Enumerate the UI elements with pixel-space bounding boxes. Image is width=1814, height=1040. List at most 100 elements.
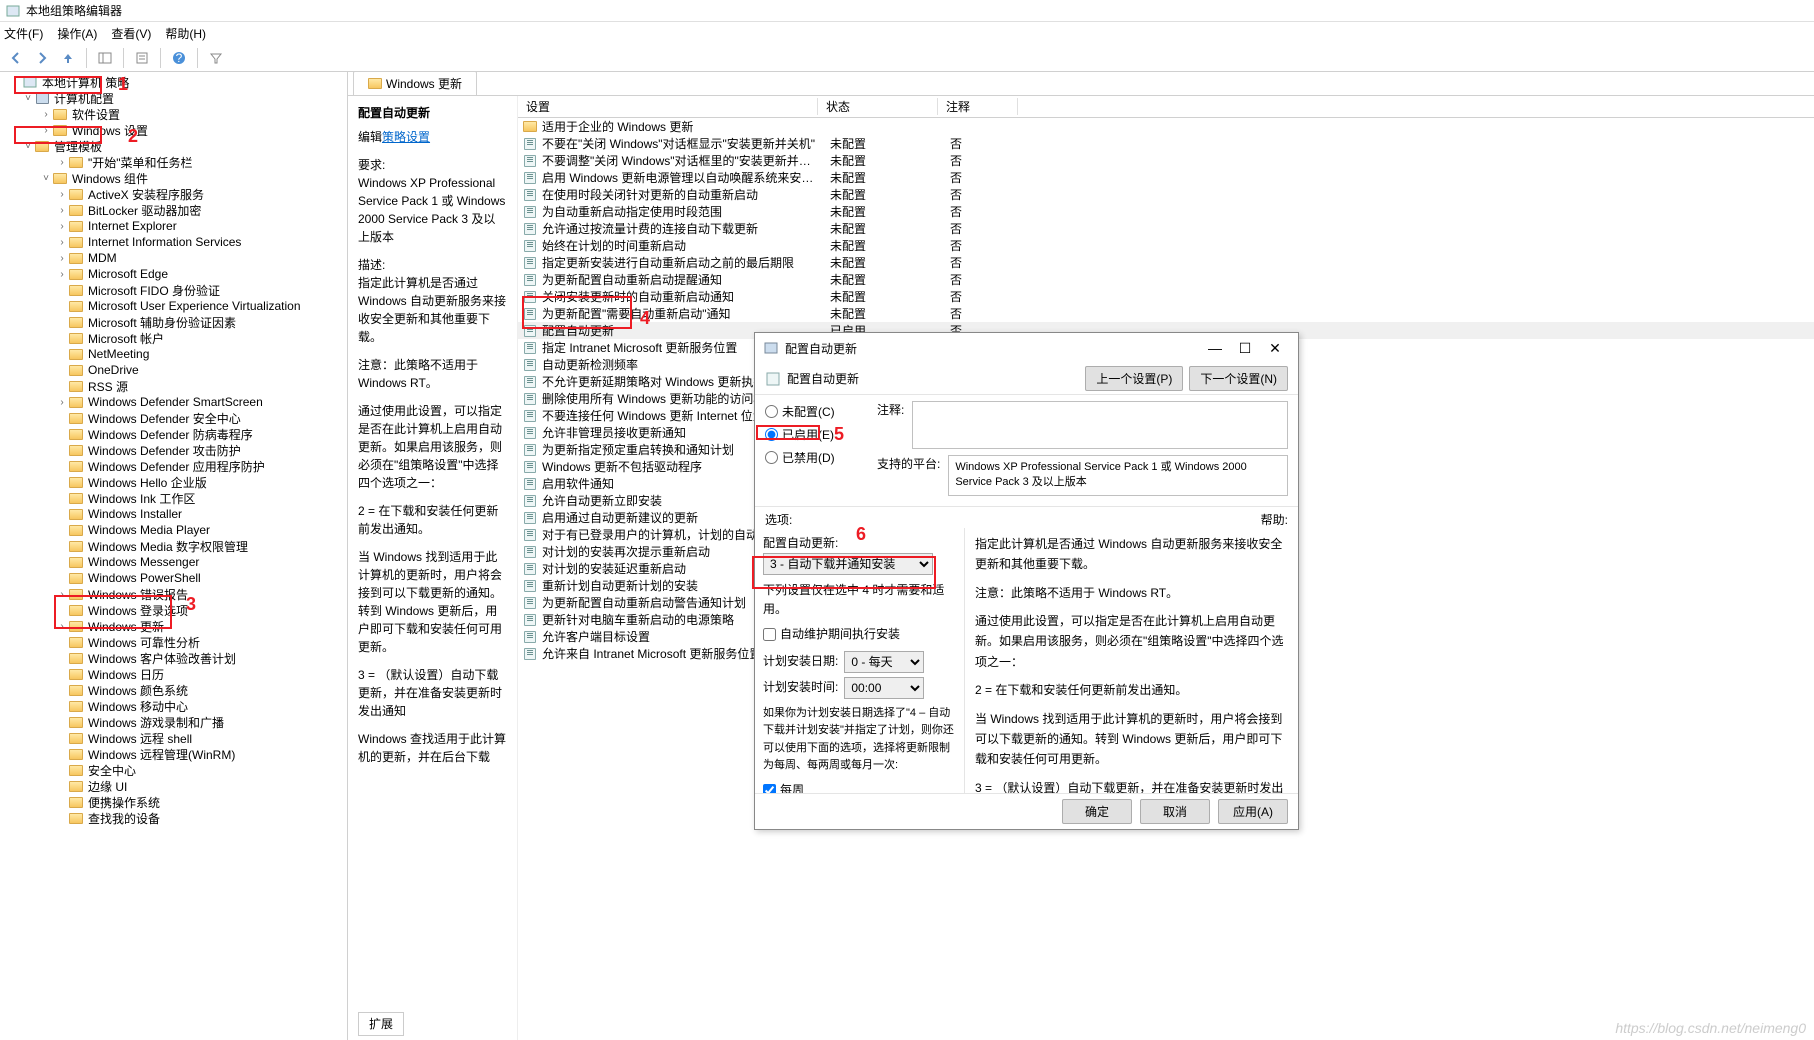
tree-item[interactable]: 查找我的设备 <box>0 810 347 826</box>
list-setting-row[interactable]: 不要调整"关闭 Windows"对话框里的"安装更新并关机"的默...未配置否 <box>518 152 1814 169</box>
list-setting-row[interactable]: 不要在"关闭 Windows"对话框显示"安装更新并关机"未配置否 <box>518 135 1814 152</box>
tree-software-settings[interactable]: ›软件设置 <box>0 106 347 122</box>
forward-button[interactable] <box>30 46 54 70</box>
tree-item[interactable]: ›Internet Information Services <box>0 234 347 250</box>
radio-enabled[interactable]: 已启用(E) <box>765 426 865 443</box>
list-setting-row[interactable]: 允许通过按流量计费的连接自动下载更新未配置否 <box>518 220 1814 237</box>
apply-button[interactable]: 应用(A) <box>1218 799 1288 824</box>
tree-item[interactable]: Windows 可靠性分析 <box>0 634 347 650</box>
tree-item[interactable]: Microsoft 辅助身份验证因素 <box>0 314 347 330</box>
col-setting[interactable]: 设置 <box>518 98 818 115</box>
maximize-button[interactable]: ☐ <box>1230 336 1260 360</box>
tree-item[interactable]: Windows 远程管理(WinRM) <box>0 746 347 762</box>
tree-item[interactable]: Windows Hello 企业版 <box>0 474 347 490</box>
tab-windows-update[interactable]: Windows 更新 <box>353 71 477 95</box>
cb-weekly[interactable]: 每周 <box>763 781 956 793</box>
list-folder-row[interactable]: 适用于企业的 Windows 更新 <box>518 118 1814 135</box>
tree-item[interactable]: Windows Installer <box>0 506 347 522</box>
tree-item[interactable]: Windows PowerShell <box>0 570 347 586</box>
app-icon <box>6 4 20 18</box>
tree-item[interactable]: ›Windows 更新 <box>0 618 347 634</box>
tree-item[interactable]: 边缘 UI <box>0 778 347 794</box>
ok-button[interactable]: 确定 <box>1062 799 1132 824</box>
tree-item[interactable]: ›BitLocker 驱动器加密 <box>0 202 347 218</box>
row-state: 未配置 <box>822 152 942 169</box>
tree-item[interactable]: ›MDM <box>0 250 347 266</box>
show-hide-button[interactable] <box>93 46 117 70</box>
tree-item[interactable]: RSS 源 <box>0 378 347 394</box>
tree-item[interactable]: Microsoft User Experience Virtualization <box>0 298 347 314</box>
tree-item[interactable]: ›Windows Defender SmartScreen <box>0 394 347 410</box>
tree-item[interactable]: NetMeeting <box>0 346 347 362</box>
tree-item[interactable]: Windows Defender 防病毒程序 <box>0 426 347 442</box>
row-setting: 关闭安装更新时的自动重新启动通知 <box>538 288 822 305</box>
next-setting-button[interactable]: 下一个设置(N) <box>1189 366 1288 391</box>
properties-button[interactable] <box>130 46 154 70</box>
edit-policy-link[interactable]: 策略设置 <box>382 130 430 144</box>
tree-computer-config[interactable]: ˅计算机配置 <box>0 90 347 106</box>
tree-item[interactable]: Windows 登录选项 <box>0 602 347 618</box>
tree-admin-templates[interactable]: ˅管理模板 <box>0 138 347 154</box>
tree-item[interactable]: Windows 客户体验改善计划 <box>0 650 347 666</box>
list-setting-row[interactable]: 指定更新安装进行自动重新启动之前的最后期限未配置否 <box>518 254 1814 271</box>
tree-item[interactable]: Windows Ink 工作区 <box>0 490 347 506</box>
help-button[interactable]: ? <box>167 46 191 70</box>
row-setting: 允许通过按流量计费的连接自动下载更新 <box>538 220 822 237</box>
tree-label: 管理模板 <box>54 138 102 155</box>
schedule-time-select[interactable]: 00:00 <box>844 677 924 699</box>
tree-item[interactable]: Windows 颜色系统 <box>0 682 347 698</box>
tree-item[interactable]: Windows 日历 <box>0 666 347 682</box>
close-button[interactable]: ✕ <box>1260 336 1290 360</box>
list-setting-row[interactable]: 为自动重新启动指定使用时段范围未配置否 <box>518 203 1814 220</box>
tree-item[interactable]: Microsoft FIDO 身份验证 <box>0 282 347 298</box>
col-state[interactable]: 状态 <box>818 98 938 115</box>
tree-item[interactable]: ›Microsoft Edge <box>0 266 347 282</box>
tree-item[interactable]: Windows Defender 应用程序防护 <box>0 458 347 474</box>
tree-root[interactable]: 本地计算机 策略 <box>0 74 347 90</box>
filter-button[interactable] <box>204 46 228 70</box>
cb-maintenance[interactable]: 自动维护期间执行安装 <box>763 625 956 644</box>
menu-view[interactable]: 查看(V) <box>111 25 151 42</box>
tree-item[interactable]: ›Windows 错误报告 <box>0 586 347 602</box>
list-setting-row[interactable]: 关闭安装更新时的自动重新启动通知未配置否 <box>518 288 1814 305</box>
list-setting-row[interactable]: 始终在计划的时间重新启动未配置否 <box>518 237 1814 254</box>
tree-item[interactable]: OneDrive <box>0 362 347 378</box>
list-setting-row[interactable]: 在使用时段关闭针对更新的自动重新启动未配置否 <box>518 186 1814 203</box>
up-button[interactable] <box>56 46 80 70</box>
menu-help[interactable]: 帮助(H) <box>165 25 206 42</box>
col-comment[interactable]: 注释 <box>938 98 1018 115</box>
tree-item[interactable]: Windows Messenger <box>0 554 347 570</box>
tree-pane[interactable]: 本地计算机 策略 ˅计算机配置 ›软件设置 ›Windows 设置 ˅管理模板 … <box>0 72 348 1040</box>
dialog-titlebar[interactable]: 配置自动更新 — ☐ ✕ <box>755 333 1298 363</box>
tree-item[interactable]: Windows Defender 攻击防护 <box>0 442 347 458</box>
list-setting-row[interactable]: 为更新配置"需要自动重新启动"通知未配置否 <box>518 305 1814 322</box>
menu-file[interactable]: 文件(F) <box>4 25 43 42</box>
tree-item[interactable]: 安全中心 <box>0 762 347 778</box>
radio-unconfigured[interactable]: 未配置(C) <box>765 403 865 420</box>
tree-item[interactable]: Windows Defender 安全中心 <box>0 410 347 426</box>
extended-tab[interactable]: 扩展 <box>358 1012 404 1036</box>
tree-windows-settings[interactable]: ›Windows 设置 <box>0 122 347 138</box>
radio-disabled[interactable]: 已禁用(D) <box>765 449 865 466</box>
tree-item[interactable]: Microsoft 帐户 <box>0 330 347 346</box>
comment-input[interactable] <box>912 401 1288 449</box>
tree-item[interactable]: 便携操作系统 <box>0 794 347 810</box>
tree-windows-components[interactable]: ˅Windows 组件 <box>0 170 347 186</box>
menu-action[interactable]: 操作(A) <box>57 25 97 42</box>
prev-setting-button[interactable]: 上一个设置(P) <box>1085 366 1183 391</box>
tree-item[interactable]: Windows 移动中心 <box>0 698 347 714</box>
tree-item[interactable]: Windows Media Player <box>0 522 347 538</box>
tree-start-menu[interactable]: ›"开始"菜单和任务栏 <box>0 154 347 170</box>
tree-item[interactable]: Windows 远程 shell <box>0 730 347 746</box>
cancel-button[interactable]: 取消 <box>1140 799 1210 824</box>
minimize-button[interactable]: — <box>1200 336 1230 360</box>
list-setting-row[interactable]: 为更新配置自动重新启动提醒通知未配置否 <box>518 271 1814 288</box>
list-setting-row[interactable]: 启用 Windows 更新电源管理以自动唤醒系统来安装计划的...未配置否 <box>518 169 1814 186</box>
back-button[interactable] <box>4 46 28 70</box>
tree-item[interactable]: ›ActiveX 安装程序服务 <box>0 186 347 202</box>
tree-item[interactable]: ›Internet Explorer <box>0 218 347 234</box>
tree-item[interactable]: Windows Media 数字权限管理 <box>0 538 347 554</box>
auto-update-mode-select[interactable]: 3 - 自动下载并通知安装 <box>763 553 933 575</box>
schedule-day-select[interactable]: 0 - 每天 <box>844 651 924 673</box>
tree-item[interactable]: Windows 游戏录制和广播 <box>0 714 347 730</box>
